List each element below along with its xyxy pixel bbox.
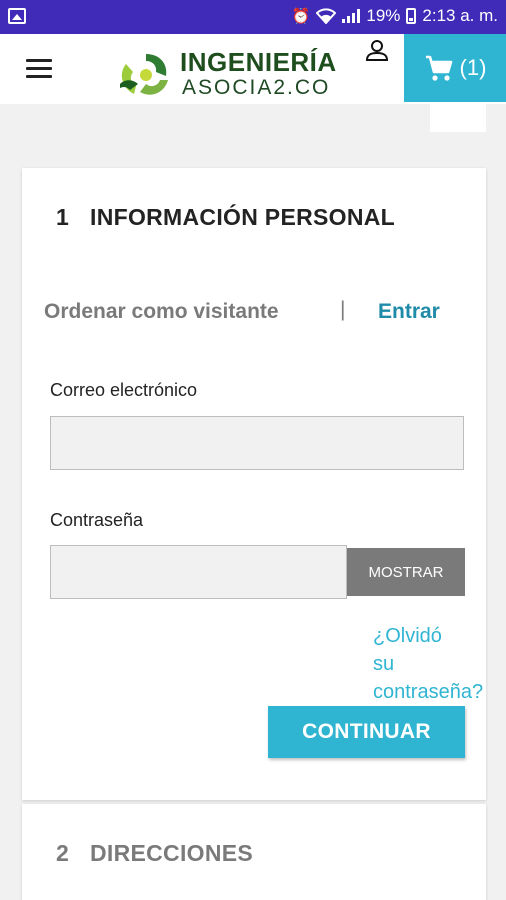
cart-count: (1) [459,55,487,80]
logo-text-line2: ASOCIA2.CO [182,76,331,99]
wifi-icon [316,8,337,24]
tab-login[interactable]: Entrar [378,300,440,324]
step1-label: INFORMACIÓN PERSONAL [90,204,395,230]
alarm-icon: ⏰ [291,7,311,25]
password-field[interactable] [50,545,347,599]
forgot-password-link[interactable]: ¿Olvidó su contraseña? [373,622,505,706]
signal-icon [342,9,361,23]
status-bar-right: ⏰ 19% 2:13 a. m. [292,6,498,26]
menu-icon[interactable] [26,59,52,79]
clock: 2:13 a. m. [422,6,498,25]
login-tabs: Ordenar como visitante | Entrar [44,298,464,328]
status-bar: ⏰ 19% 2:13 a. m. [0,0,506,34]
step2-number: 2 [56,840,70,866]
user-icon[interactable] [364,38,390,64]
tab-separator: | [340,298,346,321]
battery-icon [406,8,417,24]
password-label: Contraseña [50,510,144,530]
step2-label: DIRECCIONES [90,840,254,866]
forgot-line1: ¿Olvidó [373,625,442,647]
show-password-button[interactable]: MOSTRAR [347,548,465,596]
cart-button[interactable]: (1) [404,34,506,102]
site-logo[interactable]: INGENIERÍA ASOCIA2.CO [116,47,352,100]
tab-guest-order[interactable]: Ordenar como visitante [44,300,279,324]
email-label: Correo electrónico [50,380,198,400]
cart-icon [425,55,452,81]
continue-button[interactable]: CONTINUAR [268,706,465,758]
header-chip [430,104,486,132]
step1-number: 1 [56,204,70,230]
forgot-line2: su [373,653,395,675]
site-header: INGENIERÍA ASOCIA2.CO (1) [0,34,506,104]
step1-title: 1 INFORMACIÓN PERSONAL [56,204,395,231]
logo-text-line1: INGENIERÍA [180,47,337,77]
logo-mark-icon [120,54,168,95]
battery-percent: 19% [366,6,401,25]
step2-title: 2 DIRECCIONES [56,840,253,867]
forgot-line3: contraseña? [373,681,484,703]
email-field[interactable] [50,416,464,470]
image-icon [8,8,26,24]
